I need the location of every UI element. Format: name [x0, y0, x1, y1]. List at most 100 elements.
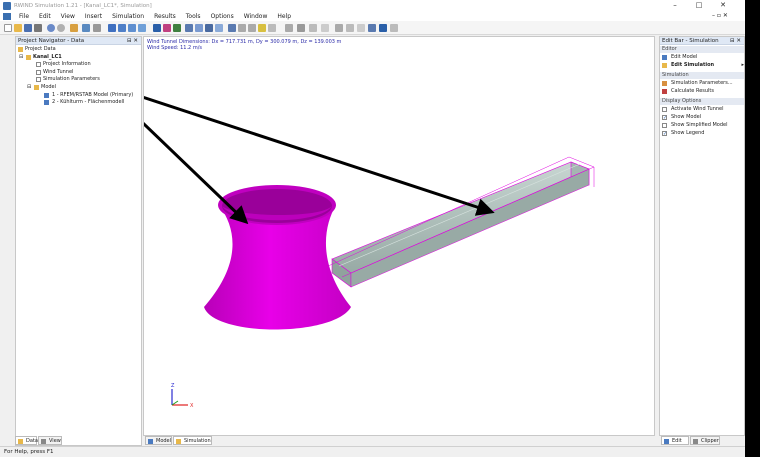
tab-clipper[interactable]: Clipper: [690, 436, 720, 445]
redo-icon[interactable]: [57, 24, 65, 32]
model-icon: [44, 92, 49, 98]
simulation-icon: [176, 438, 181, 444]
filter-icon[interactable]: [346, 24, 354, 32]
view-front-icon[interactable]: [118, 24, 126, 32]
tab-data[interactable]: Data: [15, 436, 38, 445]
navigator-header: Project Navigator - Data ⊟ ✕: [16, 37, 141, 45]
light-icon[interactable]: [258, 24, 266, 32]
3d-viewport[interactable]: Wind Tunnel Dimensions: Dx = 717.731 m, …: [143, 36, 655, 436]
model-icon: [148, 438, 153, 444]
new-icon[interactable]: [4, 24, 12, 32]
tree-item-project-information[interactable]: Project Information: [16, 61, 141, 69]
view-icon: [41, 438, 46, 444]
calculate-results-button[interactable]: Calculate Results: [662, 88, 744, 95]
status-text: For Help, press F1: [4, 449, 54, 455]
menu-view[interactable]: View: [56, 13, 80, 20]
collapse-icon[interactable]: ⊟: [27, 84, 31, 92]
tree-item-kuehlturm[interactable]: 2 - Kühlturm - Flächenmodell: [16, 99, 141, 107]
tree-item-project-data[interactable]: Project Data: [16, 46, 141, 54]
undo-icon[interactable]: [47, 24, 55, 32]
show-model-checkbox[interactable]: ✓ Show Model: [662, 114, 744, 121]
clip-icon[interactable]: [309, 24, 317, 32]
mdi-controls[interactable]: – ▫ ✕: [712, 11, 728, 21]
tool-icon[interactable]: [238, 24, 246, 32]
measure-icon[interactable]: [285, 24, 293, 32]
menu-window[interactable]: Window: [239, 13, 273, 20]
collapse-icon[interactable]: ⊟: [19, 54, 23, 62]
edit-model-button[interactable]: Edit Model: [662, 54, 744, 61]
folder-icon: [26, 54, 31, 60]
simulation-parameters-button[interactable]: Simulation Parameters...: [662, 80, 744, 87]
tab-simulation[interactable]: Simulation: [173, 436, 212, 445]
view-side-icon[interactable]: [128, 24, 136, 32]
camera-icon[interactable]: [228, 24, 236, 32]
cooling-tower-model[interactable]: [204, 185, 351, 330]
menu-tools[interactable]: Tools: [181, 13, 206, 20]
tool2-icon[interactable]: [248, 24, 256, 32]
axis-z-label: Z: [171, 383, 175, 389]
select-icon[interactable]: [195, 24, 203, 32]
tab-model[interactable]: Model: [145, 436, 172, 445]
tree-item-model[interactable]: ⊟ Model: [16, 84, 141, 92]
editbar-controls[interactable]: ⊟ ✕: [730, 37, 741, 45]
edit-model-label: Edit Model: [671, 54, 698, 60]
menu-help[interactable]: Help: [272, 13, 296, 20]
layer-icon[interactable]: [357, 24, 365, 32]
zoom-icon[interactable]: [153, 24, 161, 32]
rotate-icon[interactable]: [215, 24, 223, 32]
section-icon[interactable]: [297, 24, 305, 32]
extra-icon[interactable]: [390, 24, 398, 32]
minimize-button[interactable]: –: [664, 0, 686, 11]
tab-edit-bar[interactable]: Edit Bar: [661, 436, 689, 452]
tab-simulation-label: Simulation: [184, 438, 211, 444]
menu-simulation[interactable]: Simulation: [107, 13, 149, 20]
checkbox-unchecked[interactable]: [662, 107, 667, 112]
menu-file[interactable]: File: [14, 13, 34, 20]
menu-results[interactable]: Results: [149, 13, 181, 20]
view-top-icon[interactable]: [138, 24, 146, 32]
print-icon[interactable]: [34, 24, 42, 32]
move-icon[interactable]: [205, 24, 213, 32]
tree-item-wind-tunnel[interactable]: Wind Tunnel: [16, 69, 141, 77]
view-iso-icon[interactable]: [108, 24, 116, 32]
show-simplified-model-checkbox[interactable]: Show Simplified Model: [662, 122, 744, 129]
editbar-header: Edit Bar - Simulation ⊟ ✕: [660, 37, 744, 45]
render-icon[interactable]: [163, 24, 171, 32]
wind-tunnel-tube[interactable]: [325, 156, 595, 288]
folder-icon: [34, 84, 39, 90]
help-icon[interactable]: [268, 24, 276, 32]
grid-icon[interactable]: [185, 24, 193, 32]
tab-view[interactable]: View: [38, 436, 62, 445]
edit-simulation-button[interactable]: Edit Simulation ▸: [662, 62, 744, 69]
tree-item-kanal[interactable]: ⊟ Kanal_LC1: [16, 54, 141, 62]
results-icon[interactable]: [173, 24, 181, 32]
maximize-button[interactable]: □: [688, 0, 710, 11]
save-icon[interactable]: [24, 24, 32, 32]
settings-icon[interactable]: [93, 24, 101, 32]
open-icon[interactable]: [14, 24, 22, 32]
menu-insert[interactable]: Insert: [80, 13, 107, 20]
app-menu-icon[interactable]: [0, 12, 14, 20]
tree-item-rfem-model[interactable]: 1 - RFEM/RSTAB Model (Primary): [16, 92, 141, 100]
activate-wind-tunnel-checkbox[interactable]: Activate Wind Tunnel: [662, 106, 744, 113]
close-button[interactable]: ✕: [712, 0, 734, 11]
display-icon[interactable]: [335, 24, 343, 32]
checkbox-checked[interactable]: ✓: [662, 131, 667, 137]
tab-view-label: View: [49, 438, 61, 444]
option-icon[interactable]: [321, 24, 329, 32]
tree-item-label: 2 - Kühlturm - Flächenmodell: [52, 99, 125, 106]
edit-bar: Edit Bar - Simulation ⊟ ✕ Editor Edit Mo…: [659, 36, 745, 436]
info-icon[interactable]: [379, 24, 387, 32]
menu-options[interactable]: Options: [206, 13, 239, 20]
checkbox-unchecked[interactable]: [662, 123, 667, 128]
navigator-controls[interactable]: ⊟ ✕: [127, 37, 138, 45]
wizard-icon[interactable]: [70, 24, 78, 32]
document-icon: [36, 62, 41, 68]
window-title: RWIND Simulation 1.21 - [Kanal_LC1*, Sim…: [14, 2, 152, 9]
tree-item-simulation-parameters[interactable]: Simulation Parameters: [16, 76, 141, 84]
show-legend-checkbox[interactable]: ✓ Show Legend: [662, 130, 744, 137]
checkbox-checked[interactable]: ✓: [662, 115, 667, 121]
pointer-icon[interactable]: [368, 24, 376, 32]
menu-edit[interactable]: Edit: [34, 13, 56, 20]
model-icon[interactable]: [82, 24, 90, 32]
